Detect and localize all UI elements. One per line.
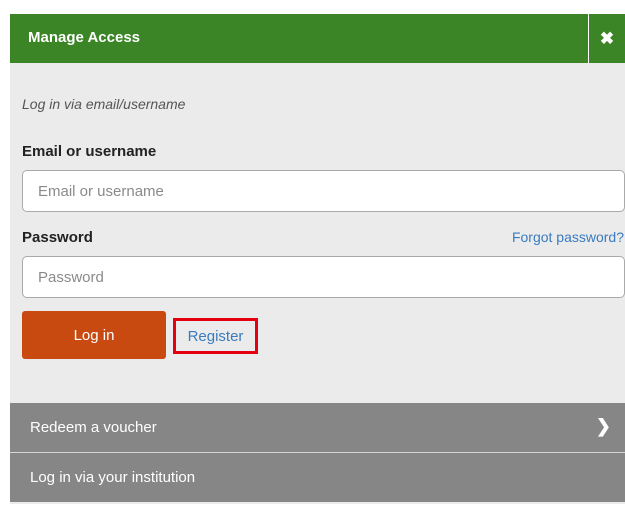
- register-highlight: Register: [173, 318, 258, 354]
- close-icon: ✖: [599, 28, 615, 48]
- email-input[interactable]: [22, 170, 625, 212]
- redeem-voucher-row[interactable]: Redeem a voucher ❯: [10, 403, 625, 452]
- institution-login-label: Log in via your institution: [30, 469, 196, 486]
- register-link[interactable]: Register: [188, 328, 244, 345]
- forgot-password-link[interactable]: Forgot password?: [512, 229, 624, 245]
- login-button[interactable]: Log in: [22, 311, 166, 359]
- manage-access-panel: Manage Access ✖ Log in via email/usernam…: [10, 14, 625, 504]
- panel-header: Manage Access ✖: [10, 14, 625, 63]
- password-label: Password: [22, 229, 93, 246]
- panel-title: Manage Access: [28, 29, 141, 46]
- chevron-right-icon: ❯: [595, 416, 611, 436]
- redeem-voucher-label: Redeem a voucher: [30, 419, 157, 436]
- close-button[interactable]: ✖: [588, 14, 625, 63]
- institution-login-row[interactable]: Log in via your institution: [10, 453, 625, 502]
- password-input[interactable]: [22, 256, 625, 298]
- email-label: Email or username: [22, 143, 157, 160]
- login-method-subtitle: Log in via email/username: [22, 96, 186, 112]
